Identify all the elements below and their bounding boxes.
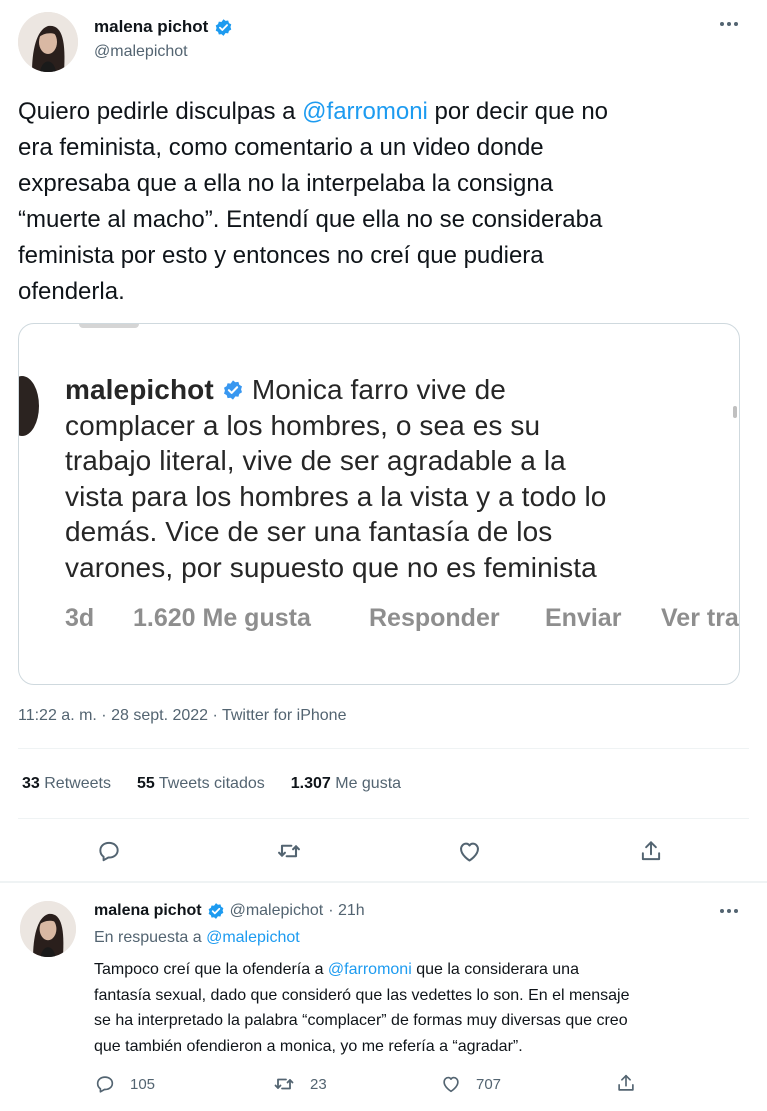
reply-header-row: malena pichot @malepichot · 21h bbox=[94, 900, 365, 922]
quoted-text-line: demás. Vice de ser una fantasía de los bbox=[65, 516, 553, 547]
tweet-text-line: era feminista, como comentario a un vide… bbox=[18, 134, 544, 161]
likes-count: 1.307 bbox=[290, 775, 331, 792]
reply-text-line: que también ofendieron a monica, yo me r… bbox=[94, 1037, 523, 1055]
replying-to-label: En respuesta a bbox=[94, 929, 202, 946]
reply-text-line: fantasía sexual, dado que consideró que … bbox=[94, 986, 630, 1004]
more-icon bbox=[720, 909, 738, 913]
reply-icon bbox=[96, 1076, 114, 1093]
quoted-reply: Responder bbox=[369, 604, 500, 632]
reply-author-name[interactable]: malena pichot bbox=[94, 902, 202, 920]
reply-like-button[interactable]: 707 bbox=[440, 1072, 501, 1096]
retweet-icon bbox=[274, 1078, 294, 1090]
divider bbox=[0, 881, 767, 883]
reply-author-avatar[interactable] bbox=[20, 901, 76, 957]
more-icon bbox=[720, 22, 738, 26]
quoted-text-line: Monica farro vive de bbox=[251, 374, 506, 405]
avatar-portrait-icon bbox=[18, 12, 78, 72]
likes-stat[interactable]: 1.307 Me gusta bbox=[291, 775, 401, 793]
tweet-text-line: expresaba que a ella no la interpelaba l… bbox=[18, 170, 554, 197]
reply-text-line: Tampoco creí que la ofendería a @farromo… bbox=[94, 957, 754, 983]
reply-share-button[interactable] bbox=[614, 1071, 638, 1095]
quoted-username: malepichot bbox=[65, 374, 214, 405]
retweets-count: 33 bbox=[22, 775, 40, 792]
quoted-see-translation: Ver tra bbox=[661, 604, 739, 632]
reply-count: 105 bbox=[130, 1075, 156, 1093]
quoted-screenshot-card[interactable]: malepichot Monica farro vive de complace… bbox=[18, 323, 740, 685]
tweet-text-line: “muerte al macho”. Entendí que ella no s… bbox=[18, 206, 603, 233]
reply-reply-button[interactable]: 105 bbox=[94, 1072, 155, 1096]
mention-link[interactable]: @farromoni bbox=[302, 98, 428, 125]
retweet-count: 23 bbox=[310, 1075, 327, 1093]
author-name[interactable]: malena pichot bbox=[94, 17, 208, 37]
reply-button[interactable] bbox=[94, 836, 124, 866]
retweets-label: Retweets bbox=[44, 775, 111, 792]
text-segment: que la considerara una bbox=[411, 961, 579, 978]
like-button[interactable] bbox=[454, 836, 484, 866]
share-button[interactable] bbox=[636, 836, 666, 866]
retweet-icon bbox=[278, 844, 300, 858]
reply-more-options-button[interactable] bbox=[716, 903, 742, 919]
reply-icon bbox=[99, 841, 119, 862]
quoted-first-line: malepichot Monica farro vive de bbox=[65, 372, 737, 408]
quoted-time: 3d bbox=[65, 604, 95, 632]
text-segment: Quiero pedirle disculpas a bbox=[18, 98, 303, 125]
quote-tweets-label: Tweets citados bbox=[158, 775, 265, 792]
divider bbox=[18, 748, 749, 749]
tweet-stats-row: 33 Retweets 55 Tweets citados 1.307 Me g… bbox=[22, 775, 401, 793]
quoted-text-line: complacer a los hombres, o sea es su bbox=[65, 409, 541, 441]
heart-icon bbox=[459, 842, 479, 862]
author-name-row: malena pichot bbox=[94, 16, 233, 38]
author-handle[interactable]: @malepichot bbox=[94, 43, 188, 61]
reply-tweet-text: Tampoco creí que la ofendería a @farromo… bbox=[94, 957, 754, 1059]
reply-author-handle[interactable]: @malepichot bbox=[230, 902, 324, 920]
reply-time[interactable]: · 21h bbox=[328, 902, 364, 920]
tweet-timestamp[interactable]: 11:22 a. m. · 28 sept. 2022 · Twitter fo… bbox=[18, 707, 346, 725]
replying-to-row: En respuesta a @malepichot bbox=[94, 929, 300, 947]
like-count: 707 bbox=[476, 1075, 502, 1093]
verified-badge-icon bbox=[208, 903, 223, 919]
tweet-text-line: Quiero pedirle disculpas a @farromoni po… bbox=[18, 94, 753, 130]
quoted-comment: malepichot Monica farro vive de complace… bbox=[65, 372, 737, 585]
quoted-avatar-fragment bbox=[19, 376, 39, 436]
quoted-top-edge bbox=[79, 324, 139, 328]
quoted-text-line: trabajo literal, vive de ser agradable a… bbox=[65, 445, 566, 476]
verified-badge-icon bbox=[216, 18, 232, 36]
quoted-verified-icon bbox=[223, 380, 242, 400]
reply-text-line: se ha interpretado la palabra “complacer… bbox=[94, 1012, 628, 1029]
quoted-text-line: vista para los hombres a la vista y a to… bbox=[65, 480, 607, 512]
text-segment: por decir que no bbox=[427, 98, 609, 125]
tweet-text-line: ofenderla. bbox=[18, 278, 125, 305]
reply-retweet-button[interactable]: 23 bbox=[272, 1072, 327, 1096]
tweet-text: Quiero pedirle disculpas a @farromoni po… bbox=[18, 94, 753, 310]
avatar-portrait-icon bbox=[20, 901, 76, 957]
more-options-button[interactable] bbox=[716, 14, 742, 34]
quote-tweets-count: 55 bbox=[136, 775, 155, 792]
quoted-text-line: varones, por supuesto que no es feminist… bbox=[65, 551, 597, 583]
likes-label: Me gusta bbox=[335, 775, 402, 792]
tweet-text-line: feminista por esto y entonces no creí qu… bbox=[18, 242, 544, 269]
mention-link[interactable]: @farromoni bbox=[328, 961, 412, 978]
author-avatar[interactable] bbox=[18, 12, 78, 72]
text-segment: Tampoco creí que la ofendería a bbox=[94, 961, 328, 978]
quote-tweets-stat[interactable]: 55 Tweets citados bbox=[137, 775, 265, 793]
quoted-meta-row: 3d 1.620 Me gusta Responder Enviar Ver t… bbox=[65, 604, 739, 638]
retweets-stat[interactable]: 33 Retweets bbox=[22, 775, 111, 793]
heart-icon bbox=[443, 1076, 459, 1093]
quoted-send: Enviar bbox=[545, 604, 622, 632]
quoted-likes: 1.620 Me gusta bbox=[133, 604, 311, 632]
share-icon bbox=[618, 1074, 634, 1091]
share-icon bbox=[641, 841, 661, 861]
replying-to-link[interactable]: @malepichot bbox=[206, 929, 300, 946]
divider bbox=[18, 818, 749, 819]
retweet-button[interactable] bbox=[274, 836, 304, 866]
